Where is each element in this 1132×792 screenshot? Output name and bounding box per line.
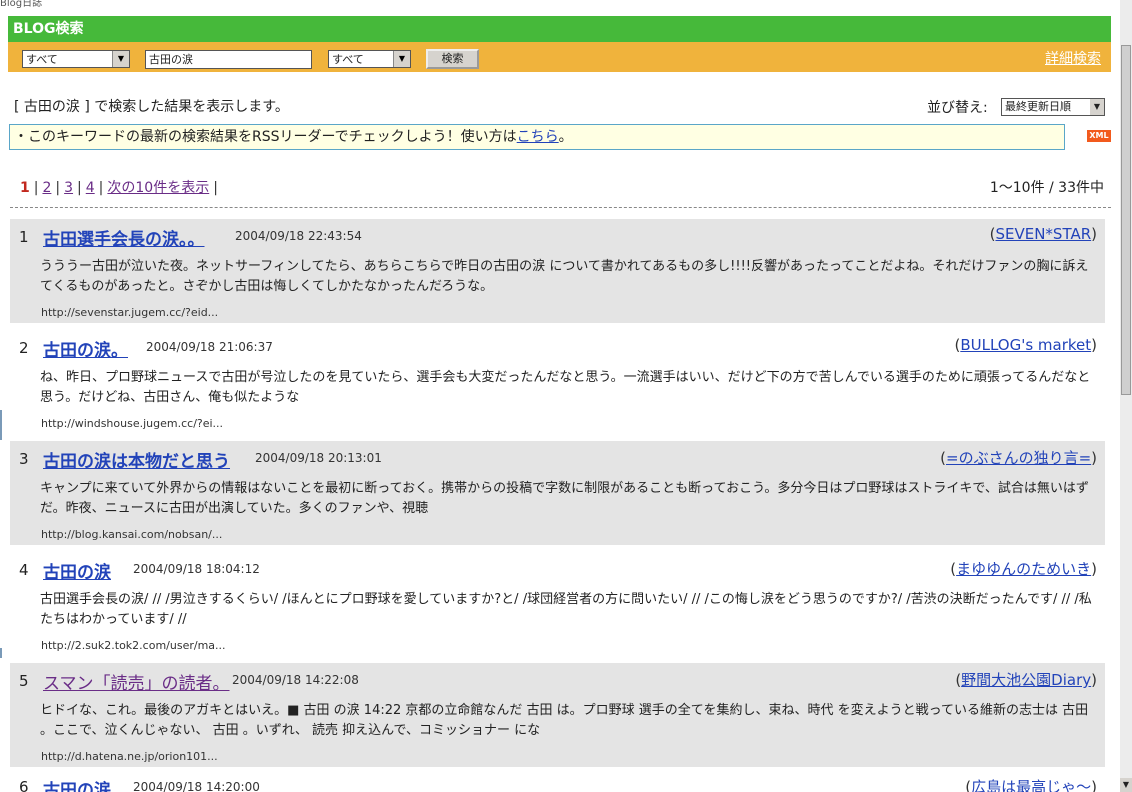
result-item: 5 スマン「読売」の読者。 2004/09/18 14:22:08 (野間大池公… <box>10 663 1105 767</box>
result-blog: (SEVEN*STAR) <box>989 225 1097 243</box>
blog-link[interactable]: SEVEN*STAR <box>995 225 1091 243</box>
result-snippet: うううー古田が泣いた夜。ネットサーフィンしてたら、あちらこちらで昨日の古田の涙 … <box>40 259 1089 294</box>
result-item: 1 古田選手会長の涙。。 2004/09/18 22:43:54 (SEVEN*… <box>10 219 1105 323</box>
result-message: [ 古田の涙 ] で検索した結果を表示します。 <box>14 99 289 115</box>
result-snippet: ね、昨日、プロ野球ニュースで古田が号泣したのを見ていたら、選手会も大変だったんだ… <box>40 370 1091 405</box>
header-title: BLOG検索 <box>8 16 1111 42</box>
blog-link[interactable]: 広島は最高じゃ〜 <box>971 778 1091 792</box>
result-title-link[interactable]: 古田の涙は本物だと思う <box>43 447 230 472</box>
rss-howto-link[interactable]: こちら <box>517 129 559 145</box>
chevron-down-icon[interactable]: ▼ <box>393 51 410 67</box>
rss-notice: ・このキーワードの最新の検索結果をRSSリーダーでチェックしよう！使い方はこちら… <box>9 124 1065 150</box>
result-title-link[interactable]: スマン「読売」の読者。 <box>43 669 230 694</box>
top-strip: Blog日誌 <box>0 0 1120 16</box>
result-number: 1 <box>19 228 29 246</box>
result-item: 6 古田の涙 2004/09/18 14:20:00 (広島は最高じゃ〜) <box>10 772 1105 792</box>
result-date: 2004/09/18 14:22:08 <box>232 673 359 687</box>
search-input[interactable]: 古田の涙 <box>145 50 312 69</box>
result-date: 2004/09/18 18:04:12 <box>133 562 260 576</box>
scope-select-value: すべて <box>332 53 364 66</box>
pagination: 1 | 2 | 3 | 4 | 次の10件を表示 | <box>20 180 218 196</box>
result-item: 4 古田の涙 2004/09/18 18:04:12 (まゆゆんのためいき) 古… <box>10 552 1105 656</box>
sort-select[interactable]: 最終更新日順 ▼ <box>1001 98 1105 116</box>
chevron-down-icon[interactable]: ▼ <box>1090 99 1104 115</box>
result-item: 3 古田の涙は本物だと思う 2004/09/18 20:13:01 (=のぶさん… <box>10 441 1105 545</box>
result-blog: (広島は最高じゃ〜) <box>965 776 1097 792</box>
result-count: 1〜10件 / 33件中 <box>989 180 1104 196</box>
result-url: http://2.suk2.tok2.com/user/ma... <box>41 639 226 652</box>
result-number: 6 <box>19 778 29 792</box>
result-url: http://windshouse.jugem.cc/?ei... <box>41 417 224 430</box>
top-fragment: Blog日誌 <box>0 0 43 9</box>
xml-feed-icon[interactable]: XML <box>1087 130 1111 142</box>
search-button[interactable]: 検索 <box>426 49 479 69</box>
sort-select-value: 最終更新日順 <box>1005 100 1071 113</box>
scroll-down-icon[interactable]: ▼ <box>1120 778 1132 792</box>
result-number: 2 <box>19 339 29 357</box>
result-date: 2004/09/18 14:20:00 <box>133 780 260 792</box>
page-link-4[interactable]: 4 <box>86 180 95 196</box>
left-edge-marker <box>0 410 2 440</box>
category-select-value: すべて <box>26 53 58 66</box>
result-item: 2 古田の涙。 2004/09/18 21:06:37 (BULLOG's ma… <box>10 330 1105 434</box>
result-url: http://blog.kansai.com/nobsan/... <box>41 528 223 541</box>
result-date: 2004/09/18 22:43:54 <box>235 229 362 243</box>
vertical-scrollbar[interactable]: ▼ <box>1120 0 1132 792</box>
result-date: 2004/09/18 20:13:01 <box>255 451 382 465</box>
rss-notice-end: 。 <box>558 129 573 145</box>
result-number: 3 <box>19 450 29 468</box>
result-number: 4 <box>19 561 29 579</box>
left-edge-marker <box>0 648 2 658</box>
result-blog: (野間大池公園Diary) <box>955 671 1097 689</box>
blog-link[interactable]: =のぶさんの独り言= <box>946 449 1091 467</box>
result-blog: (BULLOG's market) <box>954 336 1097 354</box>
result-title-link[interactable]: 古田の涙 <box>43 776 111 792</box>
scrollbar-thumb[interactable] <box>1121 45 1131 395</box>
divider <box>10 207 1111 208</box>
page-link-3[interactable]: 3 <box>64 180 73 196</box>
result-blog: (まゆゆんのためいき) <box>950 560 1097 578</box>
page-link-2[interactable]: 2 <box>42 180 51 196</box>
result-title-link[interactable]: 古田選手会長の涙。。 <box>43 225 205 250</box>
sort-label: 並び替え: <box>927 100 988 116</box>
search-bar: すべて ▼ 古田の涙 すべて ▼ 検索 詳細検索 <box>8 42 1111 72</box>
result-title-link[interactable]: 古田の涙 <box>43 558 111 583</box>
category-select[interactable]: すべて ▼ <box>22 50 130 68</box>
result-snippet: キャンプに来ていて外界からの情報はないことを最初に断っておく。携帯からの投稿で字… <box>40 481 1089 516</box>
result-url: http://d.hatena.ne.jp/orion101... <box>41 750 218 763</box>
result-url: http://sevenstar.jugem.cc/?eid... <box>41 306 219 319</box>
chevron-down-icon[interactable]: ▼ <box>112 51 129 67</box>
result-date: 2004/09/18 21:06:37 <box>146 340 273 354</box>
result-number: 5 <box>19 672 29 690</box>
scope-select[interactable]: すべて ▼ <box>328 50 411 68</box>
rss-notice-text: ・このキーワードの最新の検索結果をRSSリーダーでチェックしよう！使い方は <box>14 129 517 145</box>
blog-link[interactable]: BULLOG's market <box>960 336 1091 354</box>
next-page-link[interactable]: 次の10件を表示 <box>107 180 209 196</box>
page-current: 1 <box>20 180 30 196</box>
blog-link[interactable]: 野間大池公園Diary <box>961 671 1091 689</box>
search-header: BLOG検索 すべて ▼ 古田の涙 すべて ▼ 検索 詳細検索 <box>8 16 1111 72</box>
blog-link[interactable]: まゆゆんのためいき <box>956 560 1091 578</box>
result-blog: (=のぶさんの独り言=) <box>940 449 1097 467</box>
result-title-link[interactable]: 古田の涙。 <box>43 336 128 361</box>
result-snippet: 古田選手会長の涙/ // /男泣きするくらい/ /ほんとにプロ野球を愛しています… <box>40 592 1092 627</box>
advanced-search-link[interactable]: 詳細検索 <box>1045 48 1101 68</box>
result-snippet: ヒドイな、これ。最後のアガキとはいえ。■ 古田 の涙 14:22 京都の立命館な… <box>40 703 1089 738</box>
